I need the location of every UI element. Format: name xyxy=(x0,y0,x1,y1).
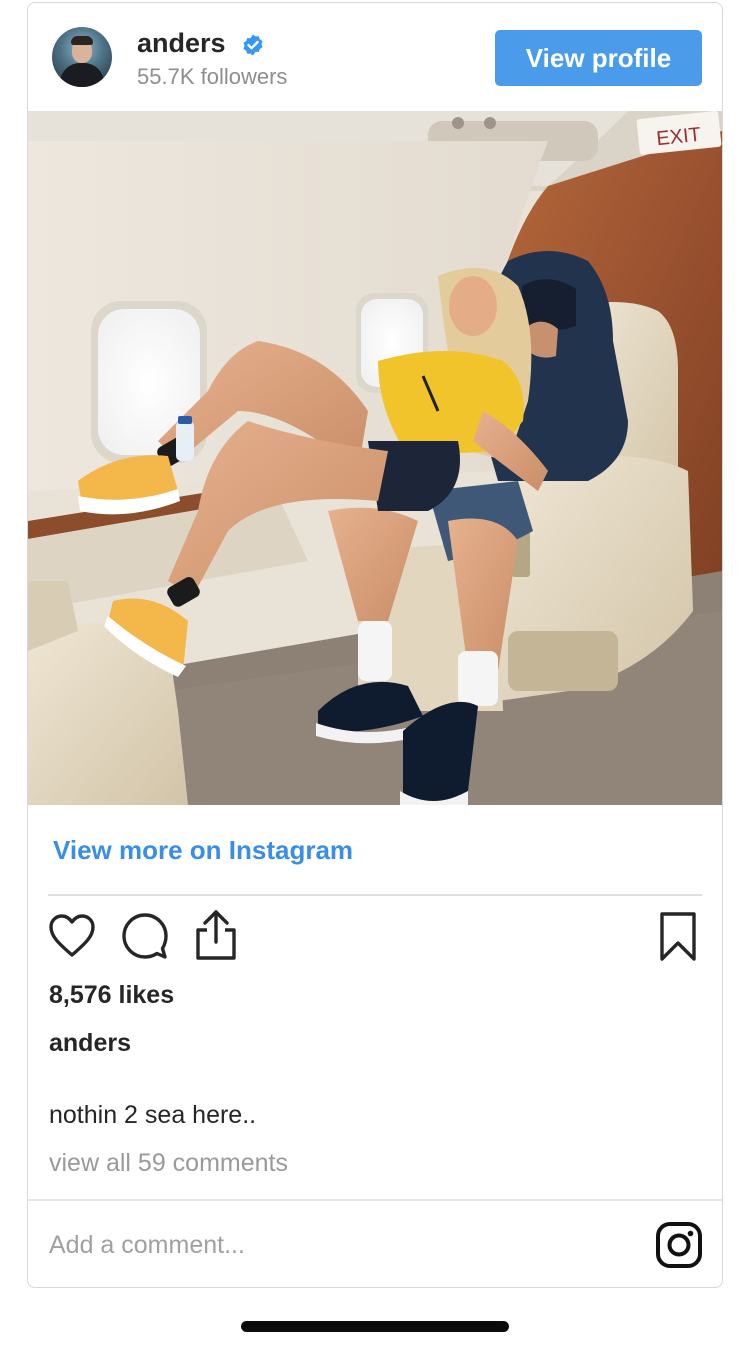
instagram-embed-card: anders 55.7K followers View profile EXIT… xyxy=(27,2,723,1288)
view-all-comments-link[interactable]: view all 59 comments xyxy=(49,1147,288,1179)
divider xyxy=(48,894,702,896)
comment-divider xyxy=(28,1199,722,1201)
view-profile-button[interactable]: View profile xyxy=(495,30,702,86)
username[interactable]: anders xyxy=(137,27,226,59)
exit-sign-text: EXIT xyxy=(655,124,702,151)
instagram-icon[interactable] xyxy=(655,1221,703,1269)
bookmark-icon[interactable] xyxy=(658,911,698,963)
caption-text: nothin 2 sea here.. xyxy=(49,1101,257,1129)
heart-icon[interactable] xyxy=(48,913,96,959)
caption-username[interactable]: anders xyxy=(49,1027,131,1059)
view-more-on-instagram-link[interactable]: View more on Instagram xyxy=(53,833,353,867)
avatar-hair xyxy=(71,36,93,45)
comment-icon[interactable] xyxy=(121,912,169,960)
home-indicator xyxy=(241,1321,509,1332)
avatar-body xyxy=(60,63,104,87)
avatar[interactable] xyxy=(52,27,112,87)
likes-count[interactable]: 8,576 likes xyxy=(49,979,174,1011)
followers-count: 55.7K followers xyxy=(137,64,288,89)
post-photo[interactable]: EXIT xyxy=(28,111,722,805)
post-header: anders 55.7K followers View profile xyxy=(28,3,722,111)
add-comment-input[interactable]: Add a comment... xyxy=(49,1229,245,1261)
page: anders 55.7K followers View profile EXIT… xyxy=(0,0,750,1349)
share-icon[interactable] xyxy=(194,909,238,961)
verified-badge-icon xyxy=(243,34,263,56)
post-photo-illustration: EXIT xyxy=(28,111,722,805)
